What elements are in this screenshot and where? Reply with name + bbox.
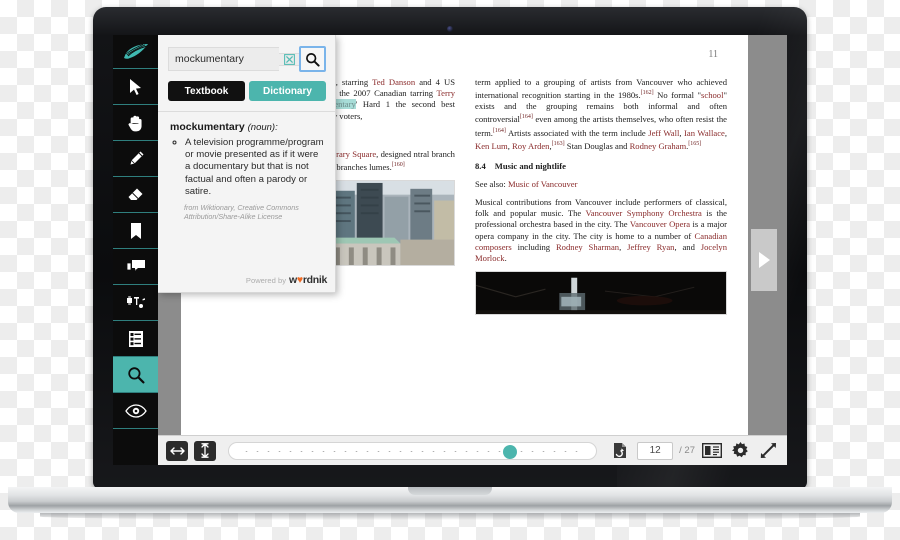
page-number-input[interactable]: 12 [637,441,674,460]
see-also-line: See also: Music of Vancouver [475,179,727,190]
notes-tool[interactable] [113,249,158,285]
laptop-screen: 11 oundings are the 1989 US ro- usins, s… [113,35,787,465]
definition-sense: A television programme/program or movie … [185,137,326,198]
see-also-label: See also: [475,178,506,189]
definition-pos: (noun): [247,122,278,133]
zoom-slider-thumb[interactable] [503,444,518,459]
search-dictionary-panel: mockumentary Textbook Dictionary mockume… [158,35,336,293]
bookmark-tool[interactable] [113,213,158,249]
zoom-slider[interactable] [228,441,598,460]
definition-sense-list: A television programme/program or movie … [178,137,326,198]
cursor-tool[interactable] [113,69,158,105]
tab-dictionary[interactable]: Dictionary [249,81,326,101]
two-page-view-button[interactable] [701,440,723,462]
wordnik-logo: w♥rdnik [289,274,327,286]
right-paragraph-2: Musical contributions from Vancouver inc… [475,197,728,264]
media-tool[interactable] [113,285,158,321]
right-column: term applied to a grouping of artists fr… [475,77,728,316]
settings-gear-icon[interactable] [729,440,751,462]
chevron-right-icon [758,252,770,268]
definition-headword: mockumentary (noun): [170,121,326,133]
definition-word: mockumentary [170,121,245,133]
ebook-reader-app: 11 oundings are the 1989 US ro- usins, s… [113,35,787,465]
fullscreen-button[interactable] [757,440,779,462]
powered-by-label: Powered by [245,275,287,285]
left-toolbar [113,35,158,465]
next-page-button[interactable] [751,229,777,291]
definition-block: mockumentary (noun): A television progra… [170,121,326,221]
view-tool[interactable] [113,393,158,429]
search-input[interactable]: mockumentary [168,47,279,71]
logo-feather-icon [113,35,158,69]
definition-attribution: from Wiktionary, Creative Commons Attrib… [184,203,299,222]
bottom-toolbar: 12 / 27 [158,435,787,465]
search-submit-button[interactable] [299,46,326,72]
fit-width-button[interactable] [166,440,188,461]
section-number: 8.4 [475,160,486,171]
zoom-slider-ticks [241,450,585,452]
rotate-page-button[interactable] [609,440,631,462]
wordnik-w: w [289,274,297,286]
see-also-link[interactable]: Music of Vancouver [508,179,578,189]
wordnik-rdnik: rdnik [302,274,327,286]
night-photo [475,271,727,316]
search-row: mockumentary [168,46,326,72]
section-title: Music and nightlife [494,160,566,171]
pencil-tool[interactable] [113,141,158,177]
webcam-icon [447,26,453,32]
clear-search-icon[interactable] [279,52,299,66]
right-section-heading: 8.4 Music and nightlife [475,161,727,172]
fit-height-button[interactable] [194,440,216,461]
powered-by-wordnik: Powered by w♥rdnik [246,274,327,286]
panel-tabs: Textbook Dictionary [168,81,326,101]
contents-tool[interactable] [113,321,158,357]
page-total-label: / 27 [679,445,695,456]
eraser-tool[interactable] [113,177,158,213]
hand-tool[interactable] [113,105,158,141]
laptop-mockup: 11 oundings are the 1989 US ro- usins, s… [0,0,900,540]
tab-textbook[interactable]: Textbook [168,81,245,101]
laptop-shadow [40,513,860,520]
panel-divider [158,111,335,112]
page-number-label: 11 [708,49,718,60]
search-tool[interactable] [113,357,158,393]
laptop-base-notch [408,487,492,495]
right-paragraph-1: term applied to a grouping of artists fr… [475,77,728,151]
